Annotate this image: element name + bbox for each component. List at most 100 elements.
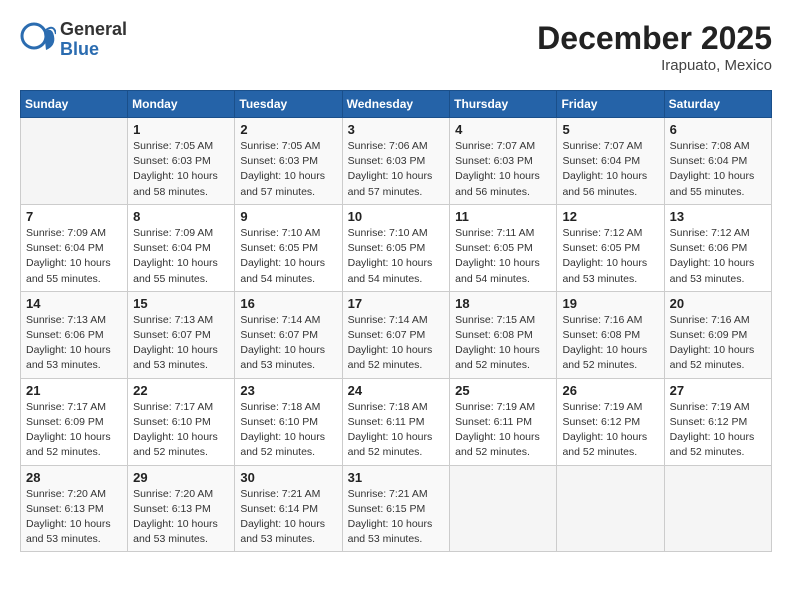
calendar-cell: 18 Sunrise: 7:15 AM Sunset: 6:08 PM Dayli… — [450, 291, 557, 378]
day-info: Sunrise: 7:12 AM Sunset: 6:05 PM Dayligh… — [562, 226, 658, 287]
day-info: Sunrise: 7:21 AM Sunset: 6:14 PM Dayligh… — [240, 487, 336, 548]
day-info: Sunrise: 7:05 AM Sunset: 6:03 PM Dayligh… — [133, 139, 229, 200]
day-number: 6 — [670, 122, 766, 137]
calendar-cell: 20 Sunrise: 7:16 AM Sunset: 6:09 PM Dayli… — [664, 291, 771, 378]
day-info: Sunrise: 7:19 AM Sunset: 6:12 PM Dayligh… — [562, 400, 658, 461]
calendar-cell: 24 Sunrise: 7:18 AM Sunset: 6:11 PM Dayli… — [342, 378, 450, 465]
day-number: 29 — [133, 470, 229, 485]
day-number: 10 — [348, 209, 445, 224]
logo-general: General — [60, 20, 127, 40]
calendar-cell — [21, 118, 128, 205]
day-info: Sunrise: 7:14 AM Sunset: 6:07 PM Dayligh… — [348, 313, 445, 374]
day-info: Sunrise: 7:16 AM Sunset: 6:08 PM Dayligh… — [562, 313, 658, 374]
day-number: 26 — [562, 383, 658, 398]
day-info: Sunrise: 7:07 AM Sunset: 6:04 PM Dayligh… — [562, 139, 658, 200]
calendar-cell: 16 Sunrise: 7:14 AM Sunset: 6:07 PM Dayli… — [235, 291, 342, 378]
calendar-cell: 30 Sunrise: 7:21 AM Sunset: 6:14 PM Dayli… — [235, 465, 342, 552]
weekday-header: Saturday — [664, 91, 771, 118]
day-info: Sunrise: 7:08 AM Sunset: 6:04 PM Dayligh… — [670, 139, 766, 200]
calendar-week-row: 28 Sunrise: 7:20 AM Sunset: 6:13 PM Dayli… — [21, 465, 772, 552]
calendar-cell: 17 Sunrise: 7:14 AM Sunset: 6:07 PM Dayli… — [342, 291, 450, 378]
logo-text: General Blue — [60, 20, 127, 60]
calendar-cell: 2 Sunrise: 7:05 AM Sunset: 6:03 PM Daylig… — [235, 118, 342, 205]
calendar-cell: 4Sunrise: 7:07 AM Sunset: 6:03 PM Daylig… — [450, 118, 557, 205]
calendar-cell: 7 Sunrise: 7:09 AM Sunset: 6:04 PM Daylig… — [21, 204, 128, 291]
calendar-cell: 25Sunrise: 7:19 AM Sunset: 6:11 PM Dayli… — [450, 378, 557, 465]
calendar-cell: 22Sunrise: 7:17 AM Sunset: 6:10 PM Dayli… — [128, 378, 235, 465]
calendar-cell: 8 Sunrise: 7:09 AM Sunset: 6:04 PM Daylig… — [128, 204, 235, 291]
day-info: Sunrise: 7:17 AM Sunset: 6:09 PM Dayligh… — [26, 400, 122, 461]
calendar-cell: 29 Sunrise: 7:20 AM Sunset: 6:13 PM Dayli… — [128, 465, 235, 552]
calendar-cell: 27 Sunrise: 7:19 AM Sunset: 6:12 PM Dayli… — [664, 378, 771, 465]
calendar-cell: 6 Sunrise: 7:08 AM Sunset: 6:04 PM Daylig… — [664, 118, 771, 205]
calendar-cell: 9 Sunrise: 7:10 AM Sunset: 6:05 PM Daylig… — [235, 204, 342, 291]
day-info: Sunrise: 7:21 AM Sunset: 6:15 PM Dayligh… — [348, 487, 445, 548]
day-info: Sunrise: 7:10 AM Sunset: 6:05 PM Dayligh… — [348, 226, 445, 287]
day-info: Sunrise: 7:06 AM Sunset: 6:03 PM Dayligh… — [348, 139, 445, 200]
day-info: Sunrise: 7:10 AM Sunset: 6:05 PM Dayligh… — [240, 226, 336, 287]
location: Irapuato, Mexico — [537, 57, 772, 74]
day-info: Sunrise: 7:19 AM Sunset: 6:12 PM Dayligh… — [670, 400, 766, 461]
day-info: Sunrise: 7:17 AM Sunset: 6:10 PM Dayligh… — [133, 400, 229, 461]
day-info: Sunrise: 7:13 AM Sunset: 6:06 PM Dayligh… — [26, 313, 122, 374]
day-number: 21 — [26, 383, 122, 398]
day-number: 7 — [26, 209, 122, 224]
day-number: 3 — [348, 122, 445, 137]
day-info: Sunrise: 7:05 AM Sunset: 6:03 PM Dayligh… — [240, 139, 336, 200]
calendar-cell: 28 Sunrise: 7:20 AM Sunset: 6:13 PM Dayli… — [21, 465, 128, 552]
day-info: Sunrise: 7:18 AM Sunset: 6:11 PM Dayligh… — [348, 400, 445, 461]
calendar-cell: 15Sunrise: 7:13 AM Sunset: 6:07 PM Dayli… — [128, 291, 235, 378]
day-number: 18 — [455, 296, 551, 311]
day-info: Sunrise: 7:14 AM Sunset: 6:07 PM Dayligh… — [240, 313, 336, 374]
weekday-header: Monday — [128, 91, 235, 118]
logo-blue: Blue — [60, 40, 127, 60]
calendar-cell: 19 Sunrise: 7:16 AM Sunset: 6:08 PM Dayli… — [557, 291, 664, 378]
calendar-week-row: 21 Sunrise: 7:17 AM Sunset: 6:09 PM Dayli… — [21, 378, 772, 465]
day-number: 24 — [348, 383, 445, 398]
page-header: General Blue December 2025 Irapuato, Mex… — [20, 20, 772, 74]
day-number: 12 — [562, 209, 658, 224]
day-number: 5 — [562, 122, 658, 137]
calendar-cell: 31 Sunrise: 7:21 AM Sunset: 6:15 PM Dayli… — [342, 465, 450, 552]
weekday-header: Thursday — [450, 91, 557, 118]
day-number: 14 — [26, 296, 122, 311]
calendar-week-row: 1Sunrise: 7:05 AM Sunset: 6:03 PM Daylig… — [21, 118, 772, 205]
day-number: 8 — [133, 209, 229, 224]
calendar-cell: 14 Sunrise: 7:13 AM Sunset: 6:06 PM Dayli… — [21, 291, 128, 378]
title-block: December 2025 Irapuato, Mexico — [537, 20, 772, 74]
day-info: Sunrise: 7:16 AM Sunset: 6:09 PM Dayligh… — [670, 313, 766, 374]
day-number: 17 — [348, 296, 445, 311]
calendar-cell — [450, 465, 557, 552]
day-number: 9 — [240, 209, 336, 224]
calendar-cell: 23Sunrise: 7:18 AM Sunset: 6:10 PM Dayli… — [235, 378, 342, 465]
calendar-cell — [664, 465, 771, 552]
day-number: 27 — [670, 383, 766, 398]
weekday-header: Wednesday — [342, 91, 450, 118]
day-info: Sunrise: 7:19 AM Sunset: 6:11 PM Dayligh… — [455, 400, 551, 461]
calendar-cell: 1Sunrise: 7:05 AM Sunset: 6:03 PM Daylig… — [128, 118, 235, 205]
calendar-cell: 12 Sunrise: 7:12 AM Sunset: 6:05 PM Dayli… — [557, 204, 664, 291]
day-number: 15 — [133, 296, 229, 311]
calendar-week-row: 7 Sunrise: 7:09 AM Sunset: 6:04 PM Daylig… — [21, 204, 772, 291]
calendar-cell: 10 Sunrise: 7:10 AM Sunset: 6:05 PM Dayli… — [342, 204, 450, 291]
day-number: 31 — [348, 470, 445, 485]
day-number: 30 — [240, 470, 336, 485]
calendar-body: 1Sunrise: 7:05 AM Sunset: 6:03 PM Daylig… — [21, 118, 772, 552]
day-number: 19 — [562, 296, 658, 311]
day-number: 4 — [455, 122, 551, 137]
day-number: 2 — [240, 122, 336, 137]
day-info: Sunrise: 7:09 AM Sunset: 6:04 PM Dayligh… — [133, 226, 229, 287]
calendar-cell: 26 Sunrise: 7:19 AM Sunset: 6:12 PM Dayli… — [557, 378, 664, 465]
day-number: 16 — [240, 296, 336, 311]
day-info: Sunrise: 7:11 AM Sunset: 6:05 PM Dayligh… — [455, 226, 551, 287]
day-info: Sunrise: 7:20 AM Sunset: 6:13 PM Dayligh… — [26, 487, 122, 548]
day-info: Sunrise: 7:20 AM Sunset: 6:13 PM Dayligh… — [133, 487, 229, 548]
day-info: Sunrise: 7:09 AM Sunset: 6:04 PM Dayligh… — [26, 226, 122, 287]
day-number: 28 — [26, 470, 122, 485]
calendar-cell: 3 Sunrise: 7:06 AM Sunset: 6:03 PM Daylig… — [342, 118, 450, 205]
day-number: 20 — [670, 296, 766, 311]
weekday-header: Friday — [557, 91, 664, 118]
weekday-row: SundayMondayTuesdayWednesdayThursdayFrid… — [21, 91, 772, 118]
calendar-cell: 13Sunrise: 7:12 AM Sunset: 6:06 PM Dayli… — [664, 204, 771, 291]
day-info: Sunrise: 7:15 AM Sunset: 6:08 PM Dayligh… — [455, 313, 551, 374]
